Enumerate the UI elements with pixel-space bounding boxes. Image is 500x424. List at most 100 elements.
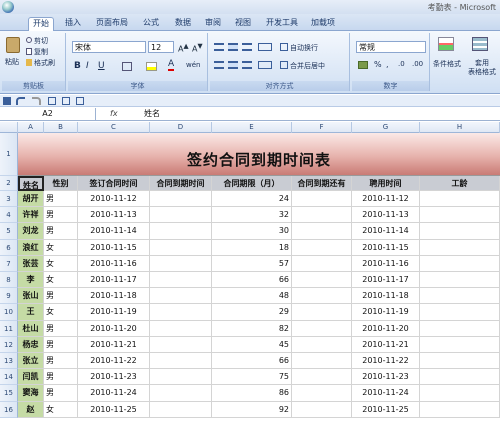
table-cell[interactable] [420, 239, 500, 256]
redo-icon[interactable] [32, 97, 41, 105]
header-cell[interactable]: 签订合同时间 [78, 176, 150, 191]
grow-font-icon[interactable]: A▲ [178, 42, 189, 54]
table-cell[interactable]: 男 [44, 223, 78, 240]
header-cell[interactable]: 合同到期还有 [292, 176, 352, 191]
shrink-font-icon[interactable]: A▼ [192, 42, 203, 54]
table-cell[interactable]: 男 [44, 288, 78, 305]
tab-home[interactable]: 开始 [28, 17, 54, 31]
decrease-decimal-icon[interactable]: .00 [412, 60, 423, 68]
table-cell[interactable]: 闫凯 [18, 369, 44, 386]
table-cell[interactable]: 2010-11-14 [78, 223, 150, 240]
row-header-15[interactable]: 15 [0, 385, 18, 402]
bold-button[interactable]: B [74, 61, 81, 71]
table-cell[interactable]: 2010-11-24 [352, 385, 420, 402]
table-cell[interactable]: 男 [44, 320, 78, 337]
table-cell[interactable]: 2010-11-12 [78, 191, 150, 208]
header-cell[interactable]: 性别 [44, 176, 78, 191]
table-cell[interactable]: 32 [212, 207, 292, 224]
table-cell[interactable] [150, 353, 212, 370]
row-header-13[interactable]: 13 [0, 353, 18, 370]
table-cell[interactable]: 2010-11-18 [78, 288, 150, 305]
row-header-7[interactable]: 7 [0, 255, 18, 272]
column-header-b[interactable]: B [44, 122, 78, 133]
increase-decimal-icon[interactable]: .0 [398, 60, 405, 68]
table-cell[interactable] [420, 353, 500, 370]
table-cell[interactable] [150, 223, 212, 240]
table-cell[interactable] [292, 223, 352, 240]
table-cell[interactable]: 92 [212, 401, 292, 418]
format-painter-button[interactable]: 格式刷 [34, 58, 55, 68]
quick-print-icon[interactable] [76, 97, 84, 105]
column-header-a[interactable]: A [18, 122, 44, 133]
tab-addins[interactable]: 加载项 [308, 17, 338, 31]
row-header-4[interactable]: 4 [0, 207, 18, 224]
merge-center-button[interactable]: 合并后居中 [290, 61, 325, 71]
column-header-g[interactable]: G [352, 122, 420, 133]
row-header-12[interactable]: 12 [0, 336, 18, 353]
table-cell[interactable] [420, 304, 500, 321]
comma-button[interactable]: , [386, 60, 389, 69]
fill-color-icon[interactable] [146, 62, 157, 71]
table-cell[interactable]: 浪红 [18, 239, 44, 256]
table-cell[interactable]: 女 [44, 401, 78, 418]
table-cell[interactable]: 2010-11-17 [78, 272, 150, 289]
table-cell[interactable]: 女 [44, 255, 78, 272]
table-cell[interactable]: 2010-11-17 [352, 272, 420, 289]
fx-icon[interactable]: fx [110, 108, 140, 120]
table-cell[interactable]: 赵 [18, 401, 44, 418]
table-cell[interactable]: 刘龙 [18, 223, 44, 240]
table-cell[interactable] [420, 223, 500, 240]
table-cell[interactable]: 24 [212, 191, 292, 208]
tab-page-layout[interactable]: 页面布局 [92, 17, 132, 31]
column-header-f[interactable]: F [292, 122, 352, 133]
table-cell[interactable]: 女 [44, 239, 78, 256]
office-button[interactable] [2, 1, 14, 13]
indent-icon[interactable] [258, 61, 272, 69]
table-cell[interactable] [292, 401, 352, 418]
currency-icon[interactable] [358, 61, 368, 69]
row-header-6[interactable]: 6 [0, 239, 18, 256]
align-middle-icon[interactable] [228, 43, 238, 51]
header-cell[interactable]: 工龄 [420, 176, 500, 191]
table-cell[interactable]: 2010-11-24 [78, 385, 150, 402]
table-cell[interactable] [150, 239, 212, 256]
orientation-icon[interactable] [258, 43, 272, 51]
header-cell[interactable]: 合同到期时间 [150, 176, 212, 191]
table-cell[interactable] [292, 369, 352, 386]
table-cell[interactable]: 杨忠 [18, 336, 44, 353]
cut-button[interactable]: 剪切 [34, 36, 48, 46]
number-format-select[interactable]: 常规 [356, 41, 426, 53]
wrap-text-button[interactable]: 自动换行 [290, 43, 318, 53]
table-cell[interactable]: 2010-11-20 [78, 320, 150, 337]
table-cell[interactable]: 57 [212, 255, 292, 272]
tab-data[interactable]: 数据 [170, 17, 196, 31]
font-name-select[interactable]: 宋体 [72, 41, 146, 53]
table-cell[interactable] [420, 336, 500, 353]
table-cell[interactable] [420, 207, 500, 224]
table-cell[interactable]: 男 [44, 369, 78, 386]
table-cell[interactable] [292, 288, 352, 305]
font-size-select[interactable]: 12 [148, 41, 174, 53]
table-cell[interactable]: 75 [212, 369, 292, 386]
table-cell[interactable] [420, 385, 500, 402]
name-box[interactable]: A2 [0, 108, 96, 120]
table-cell[interactable]: 男 [44, 336, 78, 353]
italic-button[interactable]: I [86, 61, 89, 71]
table-cell[interactable] [292, 239, 352, 256]
row-header-8[interactable]: 8 [0, 272, 18, 289]
conditional-format-button[interactable]: 条件格式 [432, 59, 462, 69]
row-header-9[interactable]: 9 [0, 288, 18, 305]
table-cell[interactable]: 2010-11-16 [352, 255, 420, 272]
table-cell[interactable] [150, 288, 212, 305]
table-cell[interactable]: 2010-11-20 [352, 320, 420, 337]
table-cell[interactable] [292, 385, 352, 402]
table-cell[interactable]: 2010-11-21 [78, 336, 150, 353]
table-cell[interactable] [150, 191, 212, 208]
table-cell[interactable] [292, 304, 352, 321]
table-cell[interactable]: 86 [212, 385, 292, 402]
save-icon[interactable] [3, 97, 11, 105]
table-cell[interactable] [292, 272, 352, 289]
table-cell[interactable]: 张立 [18, 353, 44, 370]
table-cell[interactable]: 张芸 [18, 255, 44, 272]
table-cell[interactable]: 2010-11-15 [78, 239, 150, 256]
